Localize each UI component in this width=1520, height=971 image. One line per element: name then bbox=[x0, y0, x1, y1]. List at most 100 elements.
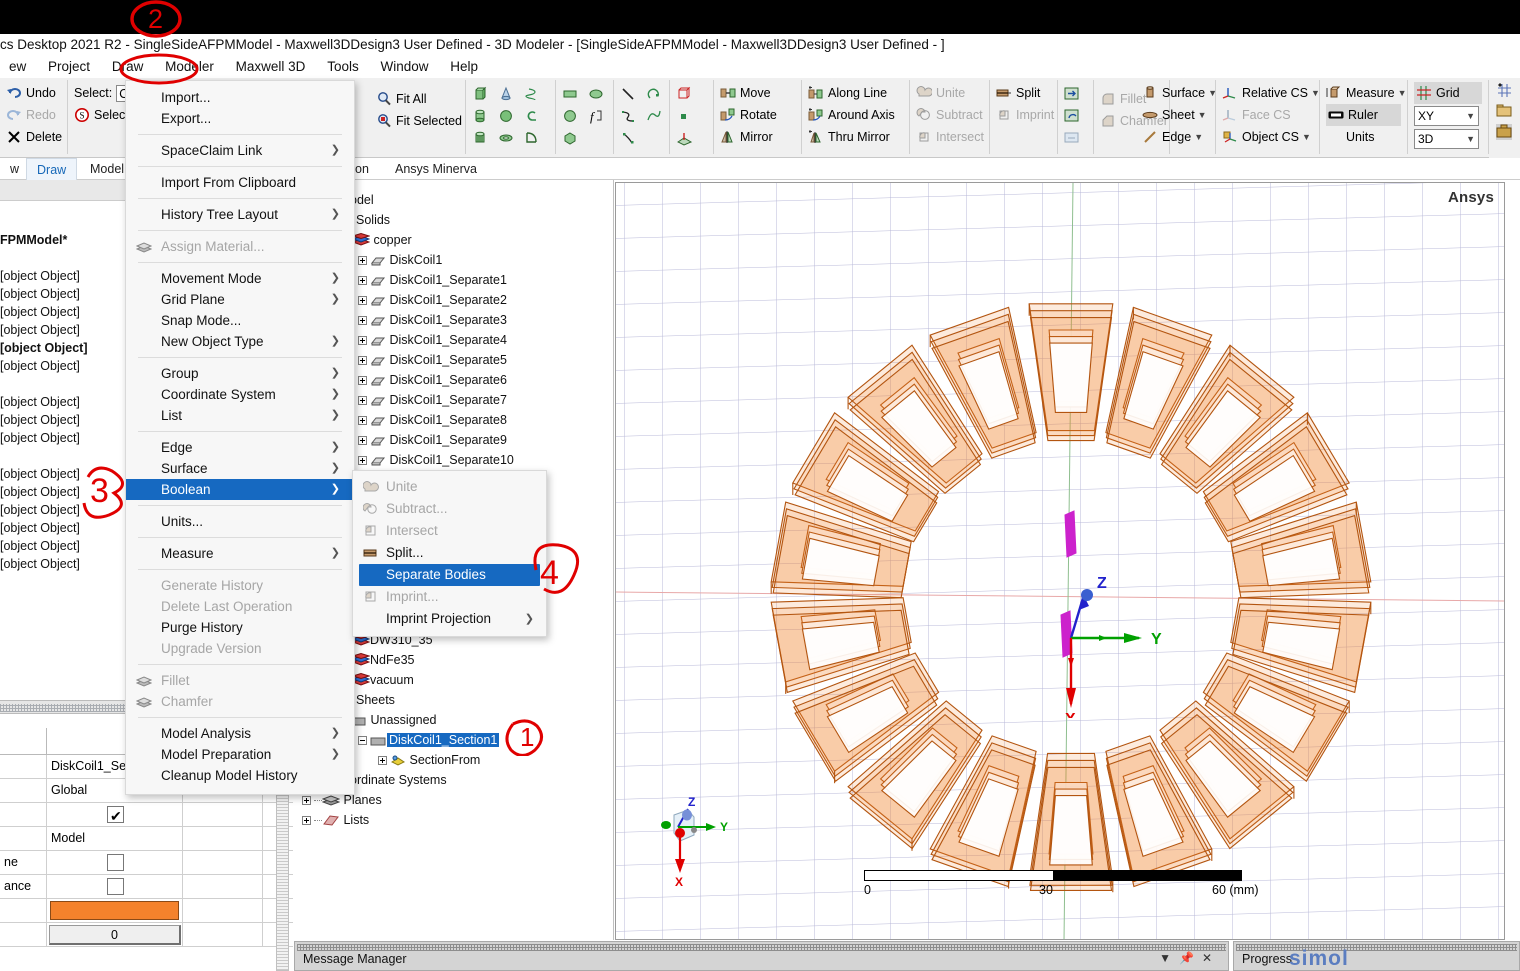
draw-box-icon[interactable] bbox=[472, 86, 488, 102]
draw-spline-icon[interactable] bbox=[646, 108, 662, 124]
expand-icon[interactable] bbox=[358, 376, 367, 386]
project-tree-item-9[interactable]: [object Object] bbox=[0, 464, 80, 484]
project-tree-item-5[interactable]: [object Object] bbox=[0, 356, 80, 376]
property-value[interactable]: 0 bbox=[47, 923, 183, 946]
tree-sheets[interactable]: Sheets bbox=[356, 690, 395, 710]
chevron-down-icon[interactable]: ▼ bbox=[1466, 130, 1475, 149]
expand-icon[interactable] bbox=[358, 356, 367, 366]
project-tree-item-8[interactable]: [object Object] bbox=[0, 428, 80, 448]
menu-item-model-preparation[interactable]: Model Preparation ❯ bbox=[126, 744, 354, 765]
sheet-button[interactable]: Sheet ▼ bbox=[1142, 104, 1209, 126]
orientation-triad[interactable]: Z Y X bbox=[654, 797, 744, 887]
chevron-down-icon[interactable]: ▼ bbox=[1466, 107, 1475, 126]
undo-button[interactable]: Undo bbox=[6, 82, 61, 104]
draw-equation-icon[interactable]: f bbox=[588, 108, 604, 124]
menu-item-units[interactable]: Units... bbox=[126, 511, 354, 532]
tree-object-9[interactable]: DiskCoil1_Separate9 bbox=[358, 430, 507, 450]
snap-grid-icon[interactable] bbox=[1496, 82, 1512, 98]
chevron-down-icon[interactable]: ▼ bbox=[1198, 110, 1207, 120]
tree-object-10[interactable]: DiskCoil1_Separate10 bbox=[358, 450, 514, 470]
expand-icon[interactable] bbox=[302, 796, 311, 806]
split-button[interactable]: Split bbox=[996, 82, 1051, 104]
relative-cs-button[interactable]: Relative CS ▼ bbox=[1222, 82, 1320, 104]
menu-item-window[interactable]: Window bbox=[371, 56, 437, 78]
dock-grip[interactable] bbox=[297, 944, 1226, 951]
fit-all-button[interactable]: Fit All bbox=[376, 88, 459, 110]
draw-point-icon[interactable] bbox=[620, 130, 636, 146]
tab-draw[interactable]: Draw bbox=[26, 158, 78, 180]
menu-item-model-analysis[interactable]: Model Analysis ❯ bbox=[126, 723, 354, 744]
project-tree-item-4[interactable]: [object Object] bbox=[0, 338, 88, 358]
draw-bend-icon[interactable] bbox=[524, 130, 540, 146]
dock-buttons[interactable]: ▼📌✕ bbox=[1159, 951, 1220, 965]
tree-material-copper[interactable]: copper bbox=[351, 230, 412, 250]
measure-button[interactable]: Measure ▼ bbox=[1326, 82, 1407, 104]
tree-object-2[interactable]: DiskCoil1_Separate2 bbox=[358, 290, 507, 310]
menu-item-purge-history[interactable]: Purge History bbox=[126, 617, 354, 638]
property-value[interactable] bbox=[47, 803, 183, 826]
subtract-button[interactable]: Subtract bbox=[916, 104, 983, 126]
material-appearance-checkbox[interactable] bbox=[107, 878, 124, 895]
units-button[interactable]: Units bbox=[1326, 126, 1401, 148]
import-arrow-icon[interactable] bbox=[1064, 108, 1080, 124]
property-value[interactable]: Model bbox=[47, 827, 183, 850]
chevron-down-icon[interactable]: ▼ bbox=[1302, 132, 1311, 142]
table-row[interactable]: ance bbox=[0, 875, 293, 899]
menu-item-tools[interactable]: Tools bbox=[318, 56, 368, 78]
display-wireframe-checkbox[interactable] bbox=[107, 854, 124, 871]
table-row[interactable]: ne bbox=[0, 851, 293, 875]
submenu-item-imprint-projection[interactable]: Imprint Projection ❯ bbox=[353, 608, 546, 630]
menu-item-export[interactable]: Export... bbox=[126, 108, 354, 129]
menu-item-modeler[interactable]: Modeler bbox=[156, 56, 223, 78]
tab-view[interactable]: w bbox=[0, 158, 29, 180]
expand-icon[interactable] bbox=[302, 816, 311, 826]
menu-item-import-from-clipboard[interactable]: Import From Clipboard bbox=[126, 172, 354, 193]
menu-item-help[interactable]: Help bbox=[441, 56, 487, 78]
face-cs-button[interactable]: Face CS bbox=[1222, 104, 1313, 126]
tree-object-5[interactable]: DiskCoil1_Separate5 bbox=[358, 350, 507, 370]
project-tree-item-0[interactable]: [object Object] bbox=[0, 266, 80, 286]
draw-segmented-cylinder-icon[interactable] bbox=[472, 130, 488, 146]
draw-3point-arc-icon[interactable] bbox=[620, 108, 636, 124]
table-row[interactable] bbox=[0, 899, 293, 923]
table-row[interactable]: Model bbox=[0, 827, 293, 851]
3d-viewport[interactable]: Ansys Z Y X bbox=[615, 182, 1505, 940]
menu-item-cleanup-model-history[interactable]: Cleanup Model History bbox=[126, 765, 354, 786]
save-icon[interactable] bbox=[1496, 124, 1512, 140]
point-marker-icon[interactable] bbox=[676, 108, 692, 124]
menu-item-coordinate-system[interactable]: Coordinate System ❯ bbox=[126, 384, 354, 405]
property-value[interactable] bbox=[47, 875, 183, 898]
menu-item-project[interactable]: Project bbox=[39, 56, 99, 78]
draw-sphere-icon[interactable] bbox=[498, 108, 514, 124]
submenu-item-split[interactable]: Split... bbox=[353, 542, 546, 564]
expand-icon[interactable] bbox=[358, 396, 367, 406]
expand-icon[interactable] bbox=[358, 456, 367, 466]
tab-ansys-minerva[interactable]: Ansys Minerva bbox=[385, 158, 487, 180]
project-tree-item-10[interactable]: [object Object] bbox=[0, 482, 80, 502]
menu-item-grid-plane[interactable]: Grid Plane ❯ bbox=[126, 289, 354, 310]
draw-helix-icon[interactable] bbox=[524, 86, 540, 102]
color-swatch[interactable] bbox=[50, 901, 179, 920]
draw-spiral-icon[interactable] bbox=[524, 108, 540, 124]
fit-selected-button[interactable]: Fit Selected bbox=[376, 110, 462, 132]
delete-button[interactable]: Delete bbox=[6, 126, 62, 148]
expand-icon[interactable] bbox=[358, 316, 367, 326]
intersect-button[interactable]: Intersect bbox=[916, 126, 984, 148]
expand-icon[interactable] bbox=[358, 436, 367, 446]
collapse-icon[interactable] bbox=[358, 736, 367, 746]
draw-line-icon[interactable] bbox=[620, 86, 636, 102]
tree-object-1[interactable]: DiskCoil1_Separate1 bbox=[358, 270, 507, 290]
menu-item-snap-mode[interactable]: Snap Mode... bbox=[126, 310, 354, 331]
expand-icon[interactable] bbox=[378, 756, 387, 766]
imprint-button[interactable]: Imprint bbox=[996, 104, 1054, 126]
expand-icon[interactable] bbox=[358, 276, 367, 286]
menu-bar[interactable]: ew Project Draw Modeler Maxwell 3D Tools… bbox=[0, 56, 1520, 78]
boolean-submenu[interactable]: Unite Subtract... Intersect Split... Separat… bbox=[352, 470, 547, 637]
draw-cone-icon[interactable] bbox=[498, 86, 514, 102]
menu-item-view[interactable]: ew bbox=[0, 56, 35, 78]
export-arrow-icon[interactable] bbox=[1064, 86, 1080, 102]
draw-rectangle-icon[interactable] bbox=[562, 86, 578, 102]
tree-lists[interactable]: Lists bbox=[302, 810, 369, 830]
along-line-button[interactable]: Along Line bbox=[808, 82, 903, 104]
draw-torus-icon[interactable] bbox=[498, 130, 514, 146]
